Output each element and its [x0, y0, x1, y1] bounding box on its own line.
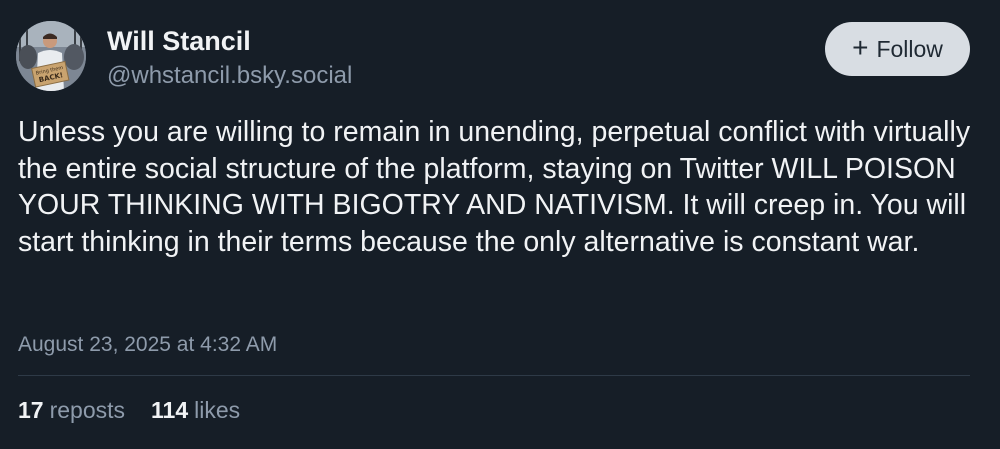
post-text: Unless you are willing to remain in unen… [18, 116, 971, 258]
plus-icon: + [852, 32, 869, 63]
author-handle[interactable]: @whstancil.bsky.social [107, 62, 352, 90]
avatar[interactable]: Bring them BACK! [16, 21, 86, 91]
avatar-image: Bring them BACK! [16, 21, 86, 91]
reposts-label: reposts [49, 397, 126, 423]
follow-button-label: Follow [876, 35, 943, 62]
post-stats: 17 reposts 114 likes [18, 397, 240, 424]
author-display-name[interactable]: Will Stancil [107, 26, 251, 57]
post-timestamp[interactable]: August 23, 2025 at 4:32 AM [18, 333, 277, 357]
likes-count: 114 [151, 397, 189, 423]
likes-stat[interactable]: 114 likes [151, 397, 240, 424]
post-card: Bring them BACK! Will Stancil @whstancil… [0, 0, 1000, 449]
follow-button[interactable]: + Follow [825, 22, 970, 76]
reposts-stat[interactable]: 17 reposts [18, 397, 125, 424]
divider [18, 375, 970, 376]
reposts-count: 17 [18, 397, 44, 423]
likes-label: likes [194, 397, 241, 423]
